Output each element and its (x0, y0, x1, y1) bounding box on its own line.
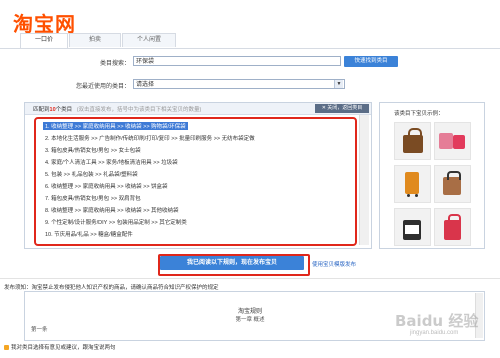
category-result-item[interactable]: 8. 收纳整理 >> 家庭收纳用具 >> 收纳袋 >> 其他收纳袋 (45, 206, 179, 214)
preview-image-bag-6[interactable] (434, 208, 471, 246)
results-scrollbar[interactable] (359, 115, 369, 245)
divider (0, 278, 500, 279)
category-result-item[interactable]: 2. 本地化生活服务 >> 广告制作/传统印刷/打印/复印 >> 批量印刷服务 … (45, 134, 255, 142)
feedback-link[interactable]: 我对类目选择有意见或建议，跟淘宝说两句 (4, 343, 116, 351)
category-result-item[interactable]: 6. 收纳整理 >> 家庭收纳用具 >> 收纳袋 >> 饼盒袋 (45, 182, 168, 190)
category-result-item[interactable]: 1. 收纳整理 >> 家庭收纳用具 >> 收纳袋 >> 购物袋/环保袋 (43, 122, 188, 130)
use-template-link[interactable]: 使用宝贝模版发布 (312, 260, 356, 268)
preview-image-bag-4[interactable] (434, 165, 471, 203)
close-results-button[interactable]: ✕ 关闭，返回类目 (315, 104, 369, 113)
recent-category-select[interactable]: 请选择 ▼ (133, 79, 345, 89)
tab-second-hand[interactable]: 个人闲置 (122, 33, 176, 47)
category-search-label: 类目搜索： (99, 61, 130, 67)
tab-fixed-price[interactable]: 一口价 (20, 33, 68, 48)
category-result-item[interactable]: 5. 包装 >> 礼品包装 >> 礼品袋/塑料袋 (45, 170, 138, 178)
category-result-item[interactable]: 3. 箱包皮具/热销女包/男包 >> 女士包袋 (45, 146, 141, 154)
category-result-item[interactable]: 4. 家庭/个人清洁工具 >> 家务/地板清洁用具 >> 垃圾袋 (45, 158, 178, 166)
category-result-item[interactable]: 9. 个性定制/设计服务/DIY >> 包装用品定制 >> 其它定制类 (45, 218, 187, 226)
category-preview-panel: 该类目下宝贝示例： (379, 102, 485, 249)
category-result-item[interactable]: 7. 箱包皮具/热销女包/男包 >> 双肩背包 (45, 194, 141, 202)
tab-auction[interactable]: 拍卖 (69, 33, 121, 47)
find-category-button[interactable]: 快速找到类目 (344, 56, 398, 67)
chevron-down-icon: ▼ (334, 80, 343, 88)
category-result-item[interactable]: 10. 节庆用品/礼品 >> 糖盒/糖盒配件 (45, 230, 133, 238)
watermark-text: Baidu 经验 (395, 312, 479, 330)
preview-image-bag-1[interactable] (394, 122, 431, 160)
watermark-url: jingyan.baidu.com (410, 330, 459, 336)
rules-section: 第一条 (31, 327, 48, 333)
category-search-value: 环保袋 (136, 59, 155, 65)
preview-image-bag-5[interactable] (394, 208, 431, 246)
recent-category-label: 您最近使用的类目： (75, 84, 130, 90)
category-search-input[interactable]: 环保袋 (133, 56, 341, 66)
preview-image-bag-2[interactable] (434, 122, 471, 160)
lightbulb-icon (4, 345, 9, 351)
results-hint: (双击直接发布，括号中为该类目下相关宝贝的数量) (76, 107, 202, 113)
category-results-panel: 匹配到10个类目 (双击直接发布，括号中为该类目下相关宝贝的数量) ✕ 关闭，返… (24, 102, 372, 249)
notice-line: 发布须知：淘宝禁止发布侵犯他人知识产权的商品，请确认商品符合知识产权保护的规定 (4, 283, 219, 291)
results-summary: 匹配到10个类目 (双击直接发布，括号中为该类目下相关宝贝的数量) (33, 107, 202, 113)
preview-image-bag-3[interactable] (394, 165, 431, 203)
publish-item-button[interactable]: 我已阅读以下规则，现在发布宝贝 (160, 256, 304, 270)
recent-category-value: 请选择 (136, 82, 155, 88)
preview-title: 该类目下宝贝示例： (394, 111, 444, 117)
results-header: 匹配到10个类目 (双击直接发布，括号中为该类目下相关宝贝的数量) ✕ 关闭，返… (25, 103, 371, 115)
